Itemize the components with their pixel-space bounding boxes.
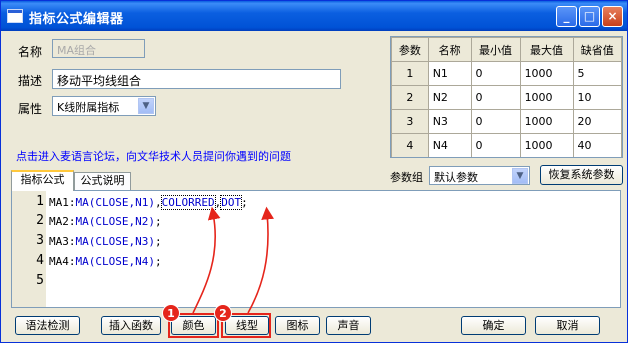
param-default-cell[interactable]: 20 [572,109,622,134]
param-max-cell[interactable]: 1000 [519,133,574,157]
code-var: MA4: [49,255,76,268]
chevron-down-icon[interactable]: ▼ [512,168,528,184]
param-name-cell[interactable]: N3 [427,109,472,134]
window-icon [7,9,23,23]
attribute-select-value: K线附属指标 [57,101,120,114]
param-group-label: 参数组 [390,171,423,184]
col-header-max: 最大值 [519,37,574,62]
code-end: ; [241,196,248,209]
description-field[interactable]: 移动平均线组合 [52,69,341,89]
table-row[interactable]: 1 N1 0 1000 5 [391,61,622,86]
line-number: 1 [36,194,44,209]
param-name-cell[interactable]: N4 [427,133,472,157]
code-function: MA(CLOSE,N2) [75,215,155,228]
code-function: MA(CLOSE,N3) [75,235,155,248]
code-line[interactable]: MA3:MA(CLOSE,N3); [49,235,162,248]
attribute-label: 属性 [18,102,43,116]
attribute-select[interactable]: K线附属指标 ▼ [52,96,156,116]
param-min-cell[interactable]: 0 [470,133,521,157]
formula-editor-window: 指标公式编辑器 _ □ × 名称 MA组合 描述 移动平均线组合 属性 K线附属… [0,0,628,343]
param-default-cell[interactable]: 10 [572,85,622,110]
ok-button[interactable]: 确定 [461,316,526,335]
param-group-select[interactable]: 默认参数 ▼ [429,166,530,185]
code-end: ; [154,235,162,248]
code-function: MA(CLOSE,N4) [75,255,155,268]
code-var: MA2: [49,215,76,228]
maximize-button[interactable]: □ [579,6,600,27]
code-color-attr: COLORRED [160,195,216,210]
code-function: MA(CLOSE,N1) [75,196,155,209]
window-title: 指标公式编辑器 [29,12,124,27]
minimize-button[interactable]: _ [556,6,577,27]
code-end: ; [154,215,162,228]
col-header-name: 名称 [427,37,472,62]
code-var: MA1: [49,196,76,209]
parameter-table: 参数 名称 最小值 最大值 缺省值 1 N1 0 1000 5 2 N2 0 1… [390,36,623,158]
param-max-cell[interactable]: 1000 [519,85,574,110]
param-group-value: 默认参数 [434,171,478,184]
code-line[interactable]: MA2:MA(CLOSE,N2); [49,215,162,228]
forum-link[interactable]: 点击进入麦语言论坛，向文华技术人员提问你遇到的问题 [16,148,291,164]
close-button[interactable]: × [602,6,623,27]
param-min-cell[interactable]: 0 [470,109,521,134]
param-min-cell[interactable]: 0 [470,61,521,86]
param-name-cell[interactable]: N2 [427,85,472,110]
code-end: ; [154,255,162,268]
table-row[interactable]: 4 N4 0 1000 40 [391,133,622,157]
name-field[interactable]: MA组合 [52,39,145,58]
restore-params-button[interactable]: 恢复系统参数 [540,165,623,185]
line-number-gutter: 1 2 3 4 5 [12,191,46,307]
tab-description[interactable]: 公式说明 [74,172,131,190]
line-number: 3 [36,233,44,248]
param-default-cell[interactable]: 5 [572,61,622,86]
row-number: 3 [391,109,429,134]
row-number: 4 [391,133,429,157]
code-line[interactable]: MA4:MA(CLOSE,N4); [49,255,162,268]
icon-button[interactable]: 图标 [275,316,320,335]
col-header-default: 缺省值 [572,37,622,62]
param-max-cell[interactable]: 1000 [519,61,574,86]
col-header-min: 最小值 [470,37,521,62]
code-linetype-attr: DOT [220,195,243,210]
tab-formula[interactable]: 指标公式 [11,170,74,191]
line-number: 5 [36,273,44,288]
code-var: MA3: [49,235,76,248]
name-label: 名称 [18,45,43,59]
insert-function-button[interactable]: 插入函数 [101,316,161,335]
row-number: 2 [391,85,429,110]
step-marker-2: 2 [214,304,232,322]
line-number: 2 [36,213,44,228]
param-default-cell[interactable]: 40 [572,133,622,157]
row-number: 1 [391,61,429,86]
code-line[interactable]: MA1:MA(CLOSE,N1),COLORRED,DOT; [49,195,248,210]
line-number: 4 [36,253,44,268]
sound-button[interactable]: 声音 [326,316,371,335]
cancel-button[interactable]: 取消 [535,316,600,335]
param-name-cell[interactable]: N1 [427,61,472,86]
table-row[interactable]: 3 N3 0 1000 20 [391,109,622,134]
param-min-cell[interactable]: 0 [470,85,521,110]
table-row[interactable]: 2 N2 0 1000 10 [391,85,622,110]
code-editor[interactable]: 1 2 3 4 5 MA1:MA(CLOSE,N1),COLORRED,DOT;… [11,190,621,308]
param-max-cell[interactable]: 1000 [519,109,574,134]
col-header-param: 参数 [391,37,429,62]
step-marker-1: 1 [162,304,180,322]
syntax-check-button[interactable]: 语法检测 [15,316,80,335]
chevron-down-icon[interactable]: ▼ [138,98,154,114]
description-label: 描述 [18,74,43,88]
title-bar[interactable]: 指标公式编辑器 _ □ × [1,1,627,31]
